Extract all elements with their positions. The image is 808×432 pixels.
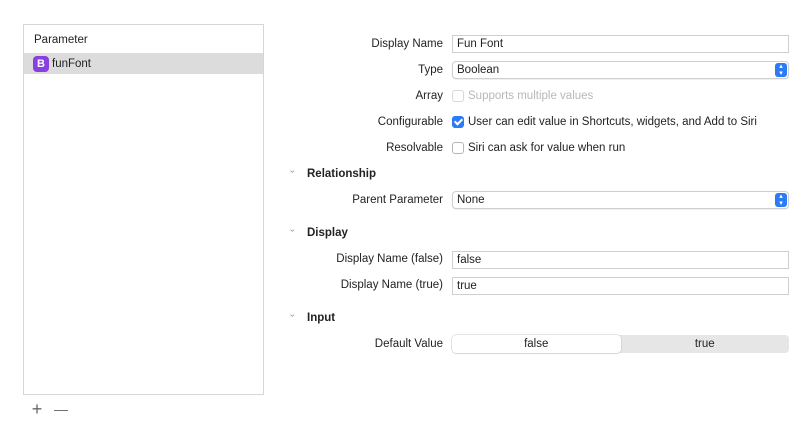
array-checkbox-row: Supports multiple values (452, 87, 593, 105)
boolean-type-icon: B (33, 55, 49, 72)
display-section-title: Display (307, 227, 348, 239)
remove-parameter-button[interactable]: — (51, 399, 71, 419)
display-name-label: Display Name (371, 38, 443, 50)
resolvable-label: Resolvable (386, 142, 443, 154)
add-parameter-button[interactable]: + (27, 399, 47, 419)
type-select[interactable]: Boolean ▴ ▾ (452, 61, 789, 79)
resolvable-checkbox-label: Siri can ask for value when run (468, 142, 626, 154)
configurable-checkbox-label: User can edit value in Shortcuts, widget… (468, 116, 757, 128)
segment-true[interactable]: true (621, 335, 790, 353)
parent-parameter-select[interactable]: None ▴ ▾ (452, 191, 789, 209)
default-value-label: Default Value (374, 338, 443, 350)
disclosure-chevron-icon: › (288, 229, 298, 232)
array-checkbox-label: Supports multiple values (468, 90, 594, 102)
parameter-list-header: Parameter (34, 34, 88, 46)
display-name-false-field[interactable]: false (452, 251, 789, 269)
resolvable-checkbox[interactable] (452, 142, 464, 154)
relationship-section-header[interactable]: › Relationship (288, 165, 377, 183)
disclosure-chevron-icon: › (288, 170, 298, 173)
select-arrows-icon: ▴ ▾ (775, 63, 787, 77)
display-section-header[interactable]: › Display (288, 224, 348, 242)
display-name-true-label: Display Name (true) (340, 279, 443, 291)
parent-parameter-label: Parent Parameter (352, 194, 443, 206)
display-name-field[interactable]: Fun Font (452, 35, 789, 53)
relationship-section-title: Relationship (307, 168, 377, 180)
type-select-value: Boolean (457, 64, 500, 76)
configurable-checkbox[interactable] (452, 116, 464, 128)
default-value-segmented-control: false true (452, 335, 789, 353)
parent-parameter-value: None (457, 194, 485, 206)
select-arrows-icon: ▴ ▾ (775, 193, 787, 207)
display-name-true-field[interactable]: true (452, 277, 789, 295)
input-section-header[interactable]: › Input (288, 309, 336, 327)
parameter-item-funfont[interactable]: B funFont (24, 53, 263, 74)
input-section-title: Input (307, 312, 336, 324)
array-label: Array (415, 90, 443, 102)
configurable-label: Configurable (377, 116, 443, 128)
parameter-list-panel: Parameter B funFont (23, 24, 264, 395)
configurable-checkbox-row[interactable]: User can edit value in Shortcuts, widget… (452, 113, 757, 131)
parameter-item-label: funFont (52, 57, 91, 70)
display-name-false-label: Display Name (false) (336, 253, 443, 265)
type-label: Type (418, 64, 443, 76)
segment-false[interactable]: false (452, 335, 621, 353)
disclosure-chevron-icon: › (288, 314, 298, 317)
resolvable-checkbox-row[interactable]: Siri can ask for value when run (452, 139, 625, 157)
array-checkbox (452, 90, 464, 102)
